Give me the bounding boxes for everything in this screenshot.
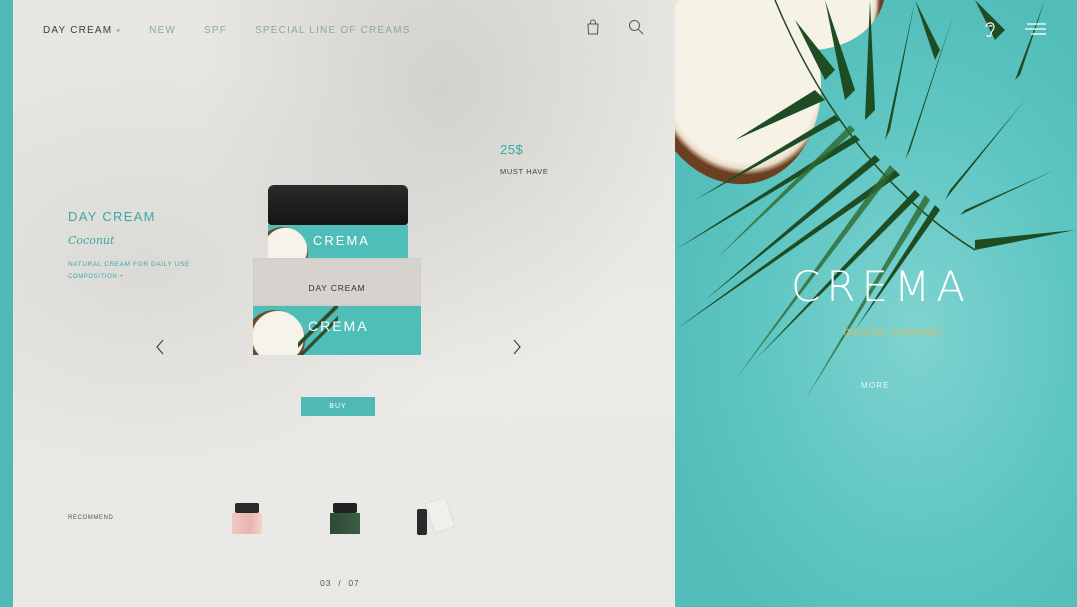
- recommended-item[interactable]: [330, 500, 360, 534]
- jar-lid: [235, 503, 259, 513]
- product-panel: DAY CREAM ▾ NEW SPF SPECIAL LINE OF CREAM…: [13, 0, 675, 607]
- buy-button[interactable]: BUY: [301, 397, 375, 416]
- price-tag: MUST HAVE: [500, 167, 549, 176]
- jar-body: [330, 513, 360, 534]
- menu-icon[interactable]: [1025, 22, 1047, 36]
- jar-lid: [333, 503, 357, 513]
- chevron-right-icon[interactable]: [511, 338, 523, 356]
- brand-logo: CREMA: [791, 262, 972, 311]
- brand-tagline: natural cosmetic: [843, 325, 943, 338]
- nav-new[interactable]: NEW: [149, 25, 176, 36]
- recommended-item[interactable]: [232, 500, 262, 534]
- shopping-bag-icon[interactable]: [585, 19, 601, 35]
- product-price: 25$: [500, 142, 524, 157]
- composition-link[interactable]: COMPOSITION +: [68, 274, 124, 280]
- ear-icon[interactable]: [983, 19, 997, 39]
- jar-lid: [268, 185, 408, 225]
- jar-logo: CREMA: [313, 233, 370, 248]
- box-label: DAY CREAM: [308, 283, 366, 293]
- coconut-graphic: [268, 227, 308, 258]
- product-image: CREMA DAY CREAM CREMA: [253, 185, 421, 355]
- nav-day-cream[interactable]: DAY CREAM ▾: [43, 25, 121, 36]
- product-box: [424, 496, 456, 534]
- box-top: [253, 258, 421, 306]
- more-link[interactable]: MORE: [861, 381, 890, 390]
- product-description: NATURAL CREAM FOR DAILY USE: [68, 261, 190, 268]
- recommend-label: RECOMMEND: [68, 515, 114, 521]
- search-icon[interactable]: [628, 19, 644, 35]
- nav-spf[interactable]: SPF: [204, 25, 227, 36]
- page-separator: /: [338, 578, 342, 588]
- box-logo: CREMA: [308, 318, 369, 334]
- jar-body: CREMA: [268, 225, 408, 258]
- bottle: [417, 509, 427, 535]
- recommended-item[interactable]: [415, 496, 456, 537]
- box-bottom: CREMA: [253, 306, 421, 355]
- product-flavor: Coconut: [68, 234, 115, 247]
- top-nav: DAY CREAM ▾ NEW SPF SPECIAL LINE OF CREAM…: [43, 25, 439, 36]
- page: DAY CREAM ▾ NEW SPF SPECIAL LINE OF CREAM…: [0, 0, 1077, 607]
- nav-special-line[interactable]: SPECIAL LINE OF CREAMS: [255, 25, 411, 36]
- chevron-left-icon[interactable]: [154, 338, 166, 356]
- accent-strip: [0, 0, 13, 607]
- hero-panel: CREMA natural cosmetic MORE: [675, 0, 1077, 607]
- page-total: 07: [348, 578, 360, 588]
- pagination: 03 / 07: [320, 578, 360, 588]
- jar-body: [232, 513, 262, 534]
- page-current: 03: [320, 578, 332, 588]
- product-title: DAY CREAM: [68, 209, 156, 224]
- chevron-down-icon: ▾: [116, 28, 122, 35]
